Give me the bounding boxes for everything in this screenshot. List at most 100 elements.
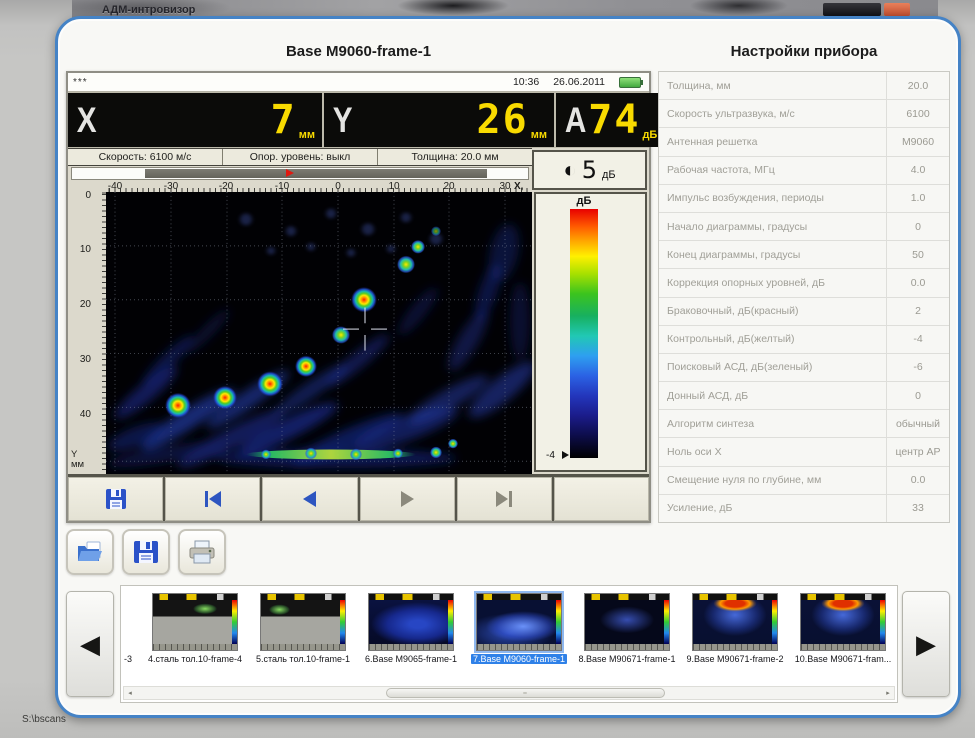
settings-panel-title: Настройки прибора [658, 43, 950, 60]
thumbnail-item[interactable]: 8.Base M90671-frame-1 [574, 593, 680, 689]
save-frame-button[interactable] [68, 477, 163, 521]
settings-table: Толщина, мм20.0 Скорость ультразвука, м/… [658, 71, 950, 523]
readout-y-label: Y [333, 103, 353, 138]
filmstrip-next-button[interactable]: ▶ [902, 591, 950, 697]
device-date: 26.06.2011 [553, 76, 605, 88]
settings-row: Импульс возбуждения, периоды1.0 [659, 185, 949, 213]
thumbnail-image [692, 593, 778, 651]
settings-row: Контрольный, дБ(желтый)-4 [659, 326, 949, 354]
empty-cell [554, 477, 649, 521]
settings-row: Усиление, дБ33 [659, 495, 949, 522]
info-velocity: Скорость: 6100 м/с [68, 149, 223, 165]
readout-a-label: A [565, 103, 586, 138]
contrast-value: 5 [582, 156, 597, 184]
readout-a-unit: дБ [642, 129, 657, 141]
settings-row: Поисковый АСД, дБ(зеленый)-6 [659, 354, 949, 382]
y-tick: 40 [80, 409, 91, 420]
readout-y: Y 26 мм [324, 93, 554, 147]
folder-open-icon [75, 540, 105, 564]
previous-frame-button[interactable] [262, 477, 357, 521]
settings-row: Толщина, мм20.0 [659, 72, 949, 100]
bscan-image[interactable] [106, 192, 532, 474]
settings-row: Браковочный, дБ(красный)2 [659, 298, 949, 326]
next-frame-button[interactable] [360, 477, 455, 521]
file-toolbar [66, 529, 226, 575]
colorbar-label: дБ [570, 195, 598, 207]
y-tick: 0 [85, 190, 91, 201]
thumbnail-image [476, 593, 562, 651]
last-frame-button[interactable] [457, 477, 552, 521]
y-tick: 20 [80, 299, 91, 310]
frame-title: Base M9060-frame-1 [66, 43, 651, 60]
thumbnail-image [368, 593, 454, 651]
readout-x-value: 7 [271, 100, 297, 140]
filmstrip-scrollbar[interactable]: ◂ ▸ [123, 686, 895, 700]
bscan-plot [106, 192, 532, 474]
right-arrow-icon: ▶ [916, 629, 936, 660]
thumbnail-item[interactable]: 4.сталь тол.10-frame-4 [142, 593, 248, 689]
skip-to-start-icon [200, 488, 226, 510]
open-file-button[interactable] [66, 529, 114, 575]
first-frame-button[interactable] [165, 477, 260, 521]
floppy-icon [132, 539, 160, 565]
settings-row: Алгоритм синтезаобычный [659, 410, 949, 438]
contrast-icon: ◐ [563, 159, 576, 181]
device-screen: *** 10:36 26.06.2011 X 7 мм Y 26 мм A 74… [66, 71, 651, 523]
filmstrip-panel: ◀ -3 4.сталь тол.10-frame-4 5.сталь тол.… [66, 585, 950, 705]
position-slider[interactable] [71, 167, 529, 180]
filmstrip-prev-button[interactable]: ◀ [66, 591, 114, 697]
scrollbar-right-arrow-icon[interactable]: ▸ [882, 687, 894, 699]
print-button[interactable] [178, 529, 226, 575]
thumbnail-item[interactable]: 6.Base M9065-frame-1 [358, 593, 464, 689]
scrollbar-left-arrow-icon[interactable]: ◂ [124, 687, 136, 699]
parameter-info-bar: Скорость: 6100 м/с Опор. уровень: выкл Т… [68, 148, 532, 166]
previous-icon [297, 488, 323, 510]
scrollbar-thumb[interactable] [386, 688, 665, 698]
minimize-maximize-buttons[interactable] [823, 3, 881, 16]
settings-row: Рабочая частота, МГц4.0 [659, 157, 949, 185]
thumbnail-item[interactable]: 5.сталь тол.10-frame-1 [250, 593, 356, 689]
current-folder-path: S:\bscans [22, 714, 66, 725]
save-file-button[interactable] [122, 529, 170, 575]
info-thickness: Толщина: 20.0 мм [378, 149, 532, 165]
digital-readouts: X 7 мм Y 26 мм A 74 дБ [68, 92, 649, 148]
settings-row: Коррекция опорных уровней, дБ0.0 [659, 269, 949, 297]
readout-y-value: 26 [477, 100, 529, 140]
printer-icon [187, 539, 217, 565]
readout-x-unit: мм [299, 129, 315, 141]
thumbnail-list: -3 4.сталь тол.10-frame-4 5.сталь тол.10… [121, 586, 897, 689]
readout-a-value: 74 [588, 100, 640, 140]
slider-marker-icon[interactable] [286, 169, 294, 177]
thumbnail-item-selected[interactable]: 7.Base M9060-frame-1 [466, 593, 572, 689]
device-status-bar: *** 10:36 26.06.2011 [68, 73, 649, 92]
frame-navigation-bar [68, 474, 649, 521]
battery-icon [619, 77, 641, 88]
thumbnail-item[interactable]: 9.Base M90671-frame-2 [682, 593, 788, 689]
y-axis-ruler: 0 10 20 30 40 Y мм [68, 192, 106, 474]
colorbar-gradient [570, 209, 598, 458]
contrast-control[interactable]: ◐ 5 дБ [532, 150, 647, 190]
thumbnail-image [584, 593, 670, 651]
skip-to-end-icon [491, 488, 517, 510]
readout-amplitude: A 74 дБ [556, 93, 664, 147]
y-tick: 30 [80, 354, 91, 365]
device-time: 10:36 [513, 76, 539, 88]
settings-row: Антенная решеткаM9060 [659, 128, 949, 156]
slider-range [145, 169, 487, 178]
thumbnail-item-partial[interactable]: -3 [124, 593, 140, 689]
window-title: АДМ-интровизор [102, 4, 195, 16]
thumbnail-image [260, 593, 346, 651]
thumbnail-image [800, 593, 886, 651]
settings-row: Скорость ультразвука, м/с6100 [659, 100, 949, 128]
readout-y-unit: мм [531, 129, 547, 141]
x-axis-ruler: -40 -30 -20 -10 0 10 20 30 X, мм [68, 180, 532, 192]
contrast-unit: дБ [602, 169, 616, 181]
y-axis-label: Y мм [71, 450, 84, 470]
thumbnail-item[interactable]: 10.Base M90671-fram... [790, 593, 896, 689]
close-button[interactable] [884, 3, 910, 16]
readout-x-label: X [77, 103, 97, 138]
settings-row: Конец диаграммы, градусы50 [659, 241, 949, 269]
device-mode-indicator: *** [73, 77, 88, 88]
colorbar-marker-icon [562, 451, 569, 459]
settings-row: Начало диаграммы, градусы0 [659, 213, 949, 241]
